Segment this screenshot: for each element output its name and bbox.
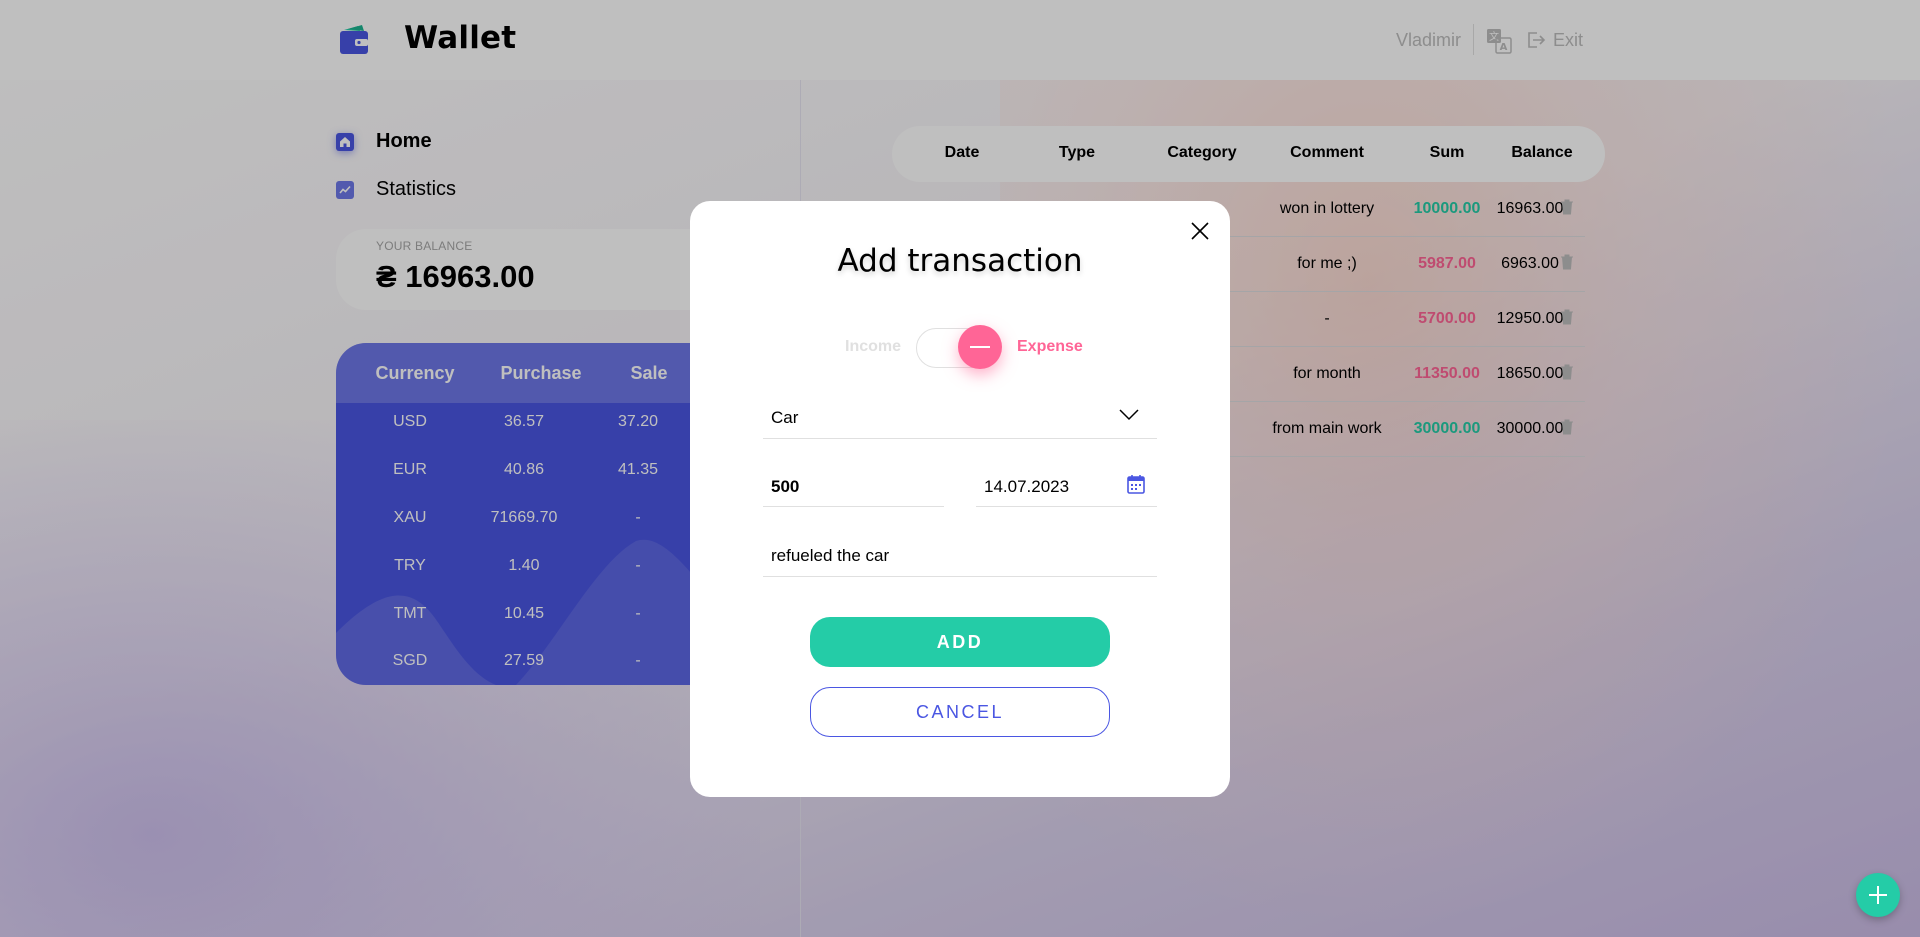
cancel-button[interactable]: CANCEL <box>810 687 1110 737</box>
add-button[interactable]: ADD <box>810 617 1110 667</box>
add-transaction-fab[interactable] <box>1856 873 1900 917</box>
comment-input[interactable]: refueled the car <box>763 535 1157 577</box>
amount-value: 500 <box>771 477 800 496</box>
modal-title: Add transaction <box>837 243 1083 279</box>
income-label[interactable]: Income <box>845 338 901 356</box>
add-transaction-modal: Add transaction Income Expense Car 500 1… <box>690 201 1230 797</box>
calendar-icon[interactable] <box>1127 474 1145 494</box>
minus-icon[interactable] <box>958 325 1002 369</box>
date-value: 14.07.2023 <box>984 477 1070 496</box>
amount-input[interactable]: 500 <box>763 467 944 507</box>
date-input[interactable]: 14.07.2023 <box>976 467 1157 507</box>
plus-icon <box>1869 886 1887 904</box>
close-icon[interactable] <box>1189 220 1211 242</box>
chevron-down-icon <box>1119 409 1139 421</box>
category-value: Car <box>771 408 799 427</box>
comment-value: refueled the car <box>771 546 890 565</box>
expense-label[interactable]: Expense <box>1017 338 1083 356</box>
category-select[interactable]: Car <box>763 399 1157 439</box>
